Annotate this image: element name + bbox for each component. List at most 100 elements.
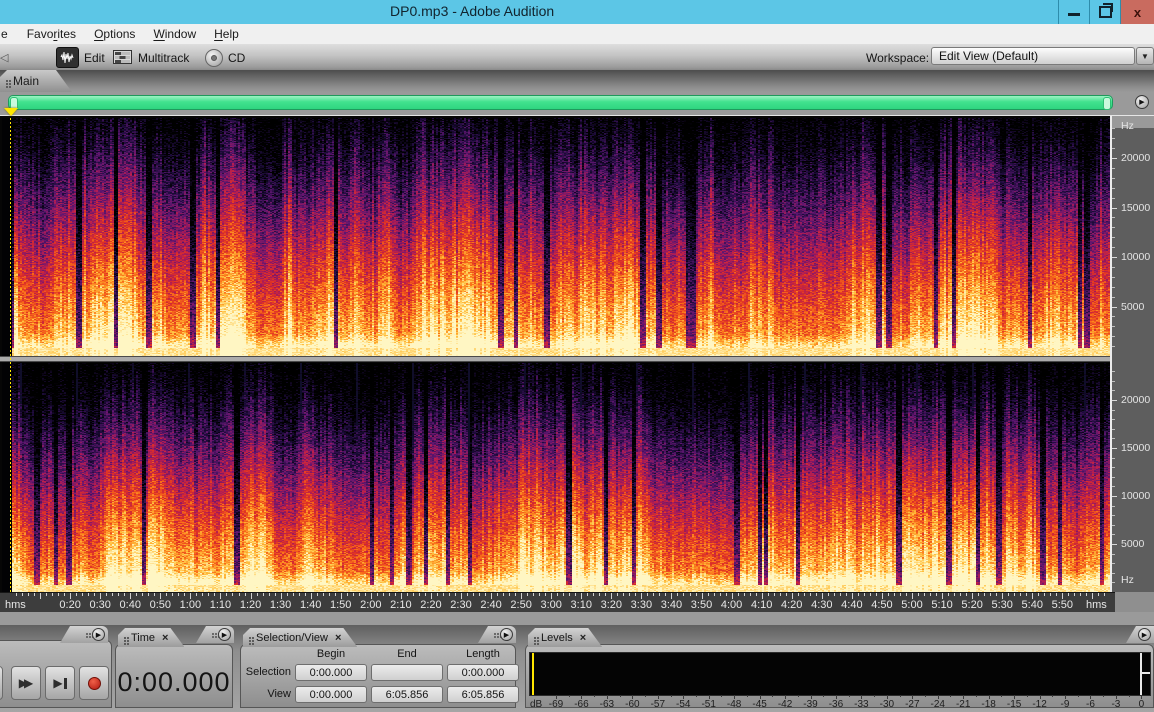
frequency-tick: [1112, 486, 1115, 487]
workspace-dropdown[interactable]: Edit View (Default): [931, 47, 1135, 65]
edit-view-label[interactable]: Edit: [84, 51, 105, 65]
db-scale-label: -63: [600, 699, 614, 710]
selection-length-field[interactable]: 0:00.000: [447, 664, 519, 681]
timeline-tick: [1038, 593, 1039, 596]
timeline-left-unit: hms: [5, 599, 26, 611]
menu-item-options[interactable]: Options: [85, 25, 144, 43]
go-to-end-button[interactable]: ▶: [45, 666, 75, 700]
panel-menu-icon: ▶: [96, 631, 101, 639]
workspace-dropdown-arrow[interactable]: ▼: [1136, 47, 1154, 65]
frequency-tick: [1112, 582, 1115, 583]
frequency-tick: [1112, 400, 1117, 401]
selection-begin-field[interactable]: 0:00.000: [295, 664, 367, 681]
menu-item-window[interactable]: Window: [144, 25, 205, 43]
timeline-tick: [1020, 593, 1021, 596]
frequency-tick: [1112, 267, 1115, 268]
time-display[interactable]: 0:00.000: [116, 667, 232, 698]
db-scale-label: 0: [1139, 699, 1145, 710]
waveform-icon: [60, 51, 75, 64]
cd-view-label[interactable]: CD: [228, 51, 245, 65]
bottom-dock: ▶▶▶ ▶ 0:00.000 Time × ▶ BeginEndLengthSe…: [0, 625, 1154, 712]
view-end-field[interactable]: 6:05.856: [371, 686, 443, 703]
timeline-ruler[interactable]: hms hms 0:200:300:400:501:001:101:201:30…: [0, 592, 1115, 613]
time-panel-tab[interactable]: Time ×: [118, 628, 184, 647]
frequency-tick: [1112, 506, 1115, 507]
timeline-tick-label: 2:40: [480, 599, 501, 611]
db-scale-label: -27: [905, 699, 919, 710]
db-minor-tick: [1052, 695, 1053, 697]
close-icon[interactable]: ×: [162, 632, 168, 644]
timeline-tick: [449, 593, 450, 596]
timeline-tick: [257, 593, 258, 596]
timeline-tick-label: 4:10: [751, 599, 772, 611]
timeline-tick-label: 2:20: [420, 599, 441, 611]
timeline-tick: [990, 593, 991, 596]
timeline-tick: [593, 593, 594, 596]
menu-fragment[interactable]: e: [1, 27, 8, 41]
frequency-tick-label: 15000: [1121, 442, 1150, 454]
frequency-tick: [1112, 467, 1115, 468]
frequency-tick: [1112, 128, 1115, 129]
transport-button-partial[interactable]: [0, 666, 3, 700]
close-icon[interactable]: ×: [335, 632, 341, 644]
grip-icon: [124, 637, 126, 639]
timeline-tick: [377, 593, 378, 596]
fast-forward-button[interactable]: ▶▶: [11, 666, 41, 700]
selection-view-tab[interactable]: Selection/View ×: [243, 628, 357, 647]
timeline-tick: [840, 593, 841, 596]
timeline-tick: [178, 593, 179, 596]
cd-disc-icon[interactable]: [205, 49, 223, 67]
frequency-tick-label: 20000: [1121, 394, 1150, 406]
chevron-left-icon[interactable]: ◁: [0, 51, 8, 64]
multitrack-icon[interactable]: [113, 50, 132, 64]
db-minor-tick: [823, 695, 824, 697]
minimize-button[interactable]: [1058, 0, 1089, 24]
timeline-tick: [383, 593, 384, 596]
multitrack-view-label[interactable]: Multitrack: [138, 51, 189, 65]
time-panel-menu-button[interactable]: ▶: [218, 628, 231, 641]
record-button[interactable]: [79, 666, 109, 700]
timeline-tick-label: 1:00: [180, 599, 201, 611]
selection-end-field[interactable]: [371, 664, 443, 681]
frequency-tick: [1112, 477, 1115, 478]
view-toolbar: ◁ Edit Multitrack CD Workspace: Edit Vie…: [0, 44, 1154, 71]
spectrogram-left-channel[interactable]: [2, 118, 1110, 356]
title-bar: DP0.mp3 - Adobe Audition x: [0, 0, 1154, 24]
timeline-tick: [1104, 593, 1105, 596]
selection-view-menu-button[interactable]: ▶: [500, 628, 513, 641]
menu-item-help[interactable]: Help: [205, 25, 248, 43]
close-button[interactable]: x: [1120, 0, 1154, 24]
view-begin-field[interactable]: 0:00.000: [295, 686, 367, 703]
db-minor-tick: [798, 695, 799, 697]
panel-menu-button[interactable]: ▶: [1135, 95, 1149, 109]
frequency-ruler[interactable]: Hz Hz 5000100001500020000500010000150002…: [1112, 116, 1154, 593]
timeline-tick: [1068, 593, 1069, 596]
levels-tab[interactable]: Levels ×: [528, 628, 602, 647]
timeline-tick: [407, 593, 408, 596]
zoom-navigation-bar[interactable]: [8, 95, 1113, 110]
transport-panel-menu-button[interactable]: ▶: [92, 628, 105, 641]
spectrogram-right-channel[interactable]: [2, 363, 1110, 592]
tab-main[interactable]: Main: [0, 70, 72, 92]
clip-indicator[interactable]: [1140, 653, 1150, 695]
menu-item-favorites[interactable]: Favorites: [18, 25, 85, 43]
timeline-tick: [726, 593, 727, 596]
edit-view-button[interactable]: [56, 47, 79, 68]
spectral-display: Hz Hz 5000100001500020000500010000150002…: [0, 115, 1154, 593]
channel-divider[interactable]: [0, 356, 1112, 362]
view-length-field[interactable]: 6:05.856: [447, 686, 519, 703]
restore-button[interactable]: [1089, 0, 1120, 24]
freq-unit-top: Hz: [1121, 120, 1134, 132]
level-meter[interactable]: [529, 652, 1151, 696]
levels-menu-button[interactable]: ▶: [1138, 628, 1151, 641]
close-icon[interactable]: ×: [580, 632, 586, 644]
selection-view-ear: ▶: [478, 626, 516, 643]
record-icon: [88, 677, 101, 690]
timeline-tick-label: 4:40: [841, 599, 862, 611]
timeline-tick: [545, 593, 546, 596]
db-scale-label: -9: [1061, 699, 1070, 710]
restore-icon: [1099, 6, 1112, 18]
playhead-line[interactable]: [10, 118, 11, 593]
navigation-row: ▶: [0, 92, 1154, 115]
playhead-marker-top[interactable]: [4, 108, 18, 116]
